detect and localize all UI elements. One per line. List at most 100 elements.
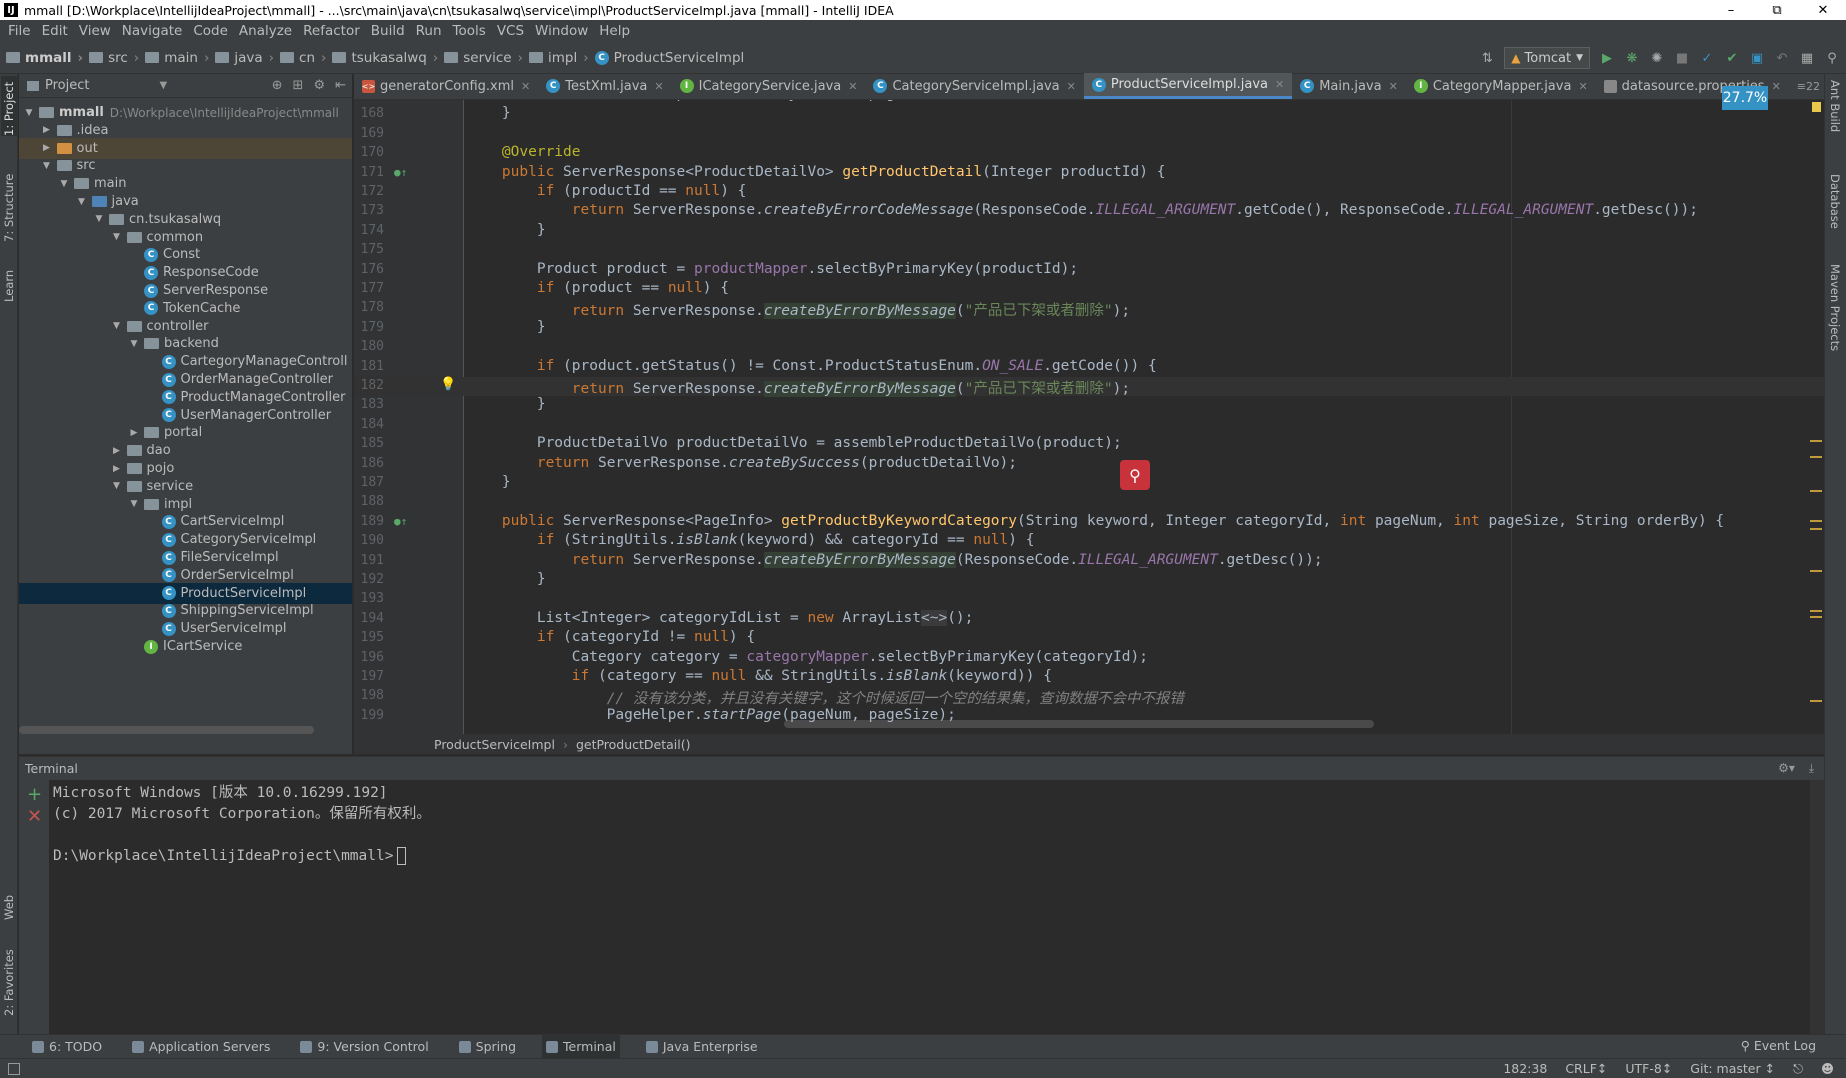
- restore-button[interactable]: ⧉: [1754, 0, 1800, 20]
- menu-run[interactable]: Run: [412, 23, 449, 39]
- expanded-arrow-icon[interactable]: ▼: [111, 232, 123, 242]
- nav-crumb-impl[interactable]: impl ›: [529, 50, 589, 66]
- warning-marker[interactable]: [1810, 520, 1822, 522]
- code-line[interactable]: 190 if (StringUtils.isBlank(keyword) && …: [354, 532, 1824, 551]
- terminal-scrollbar[interactable]: [1810, 780, 1824, 1034]
- nav-crumb-service[interactable]: service ›: [444, 50, 523, 66]
- code-line[interactable]: 183 }: [354, 396, 1824, 415]
- memory-indicator[interactable]: 27.7%: [1722, 86, 1768, 110]
- vcs-commit-icon[interactable]: ✔: [1724, 50, 1740, 66]
- code-line[interactable]: 175: [354, 241, 1824, 260]
- code-line[interactable]: 182 💡 return ServerResponse.createByError…: [354, 377, 1824, 397]
- close-tab-icon[interactable]: ✕: [1772, 80, 1781, 93]
- code-line[interactable]: 170 @Override: [354, 144, 1824, 163]
- bottom-tool-terminal[interactable]: Terminal: [542, 1034, 620, 1059]
- code-line[interactable]: 179 }: [354, 319, 1824, 338]
- code-line[interactable]: 196 Category category = categoryMapper.s…: [354, 649, 1824, 668]
- code-line[interactable]: 176 Product product = productMapper.sele…: [354, 261, 1824, 280]
- warning-marker[interactable]: [1810, 616, 1822, 618]
- menu-vcs[interactable]: VCS: [493, 23, 531, 39]
- tab-main-java[interactable]: C Main.java ✕: [1292, 73, 1406, 99]
- code-line[interactable]: 172 if (productId == null) {: [354, 183, 1824, 202]
- code-line[interactable]: 186 return ServerResponse.createBySucces…: [354, 455, 1824, 474]
- bottom-tool-6-todo[interactable]: 6: TODO: [28, 1035, 106, 1059]
- search-everywhere-icon[interactable]: ⚲: [1824, 50, 1840, 66]
- expanded-arrow-icon[interactable]: ▼: [41, 161, 53, 171]
- override-marker-icon[interactable]: ●↑: [394, 166, 407, 179]
- tab-categorymapper-java[interactable]: I CategoryMapper.java ✕: [1406, 73, 1596, 99]
- code-line[interactable]: 191 return ServerResponse.createByErrorB…: [354, 551, 1824, 571]
- collapsed-arrow-icon[interactable]: ▶: [41, 125, 53, 135]
- code-line[interactable]: 199 PageHelper.startPage(pageNum, pageSi…: [354, 707, 1824, 726]
- stop-icon[interactable]: ■: [1674, 50, 1690, 66]
- terminal-settings-gear-icon[interactable]: ⚙▾: [1778, 761, 1795, 775]
- code-line[interactable]: 168 }: [354, 105, 1824, 124]
- expanded-arrow-icon[interactable]: ▼: [93, 214, 105, 224]
- minimize-button[interactable]: –: [1708, 0, 1754, 20]
- bottom-tool-9-version-control[interactable]: 9: Version Control: [296, 1035, 432, 1059]
- tab-testxml-java[interactable]: C TestXml.java ✕: [538, 73, 671, 99]
- collapse-all-icon[interactable]: ⊞: [293, 78, 304, 93]
- warning-marker[interactable]: [1810, 456, 1822, 458]
- close-window-button[interactable]: ✕: [1800, 0, 1846, 20]
- nav-crumb-src[interactable]: src ›: [89, 50, 139, 66]
- tool-tab-project[interactable]: 1: Project: [1, 76, 17, 136]
- tabs-overflow-indicator[interactable]: ≡22: [1797, 80, 1820, 93]
- tool-tab-learn[interactable]: Learn: [1, 262, 17, 302]
- tool-windows-toggle-icon[interactable]: [8, 1063, 20, 1075]
- tab-categoryserviceimpl-java[interactable]: C CategoryServiceImpl.java ✕: [865, 73, 1083, 99]
- project-structure-icon[interactable]: ▦: [1799, 50, 1815, 66]
- expanded-arrow-icon[interactable]: ▼: [23, 108, 35, 118]
- intention-bulb-icon[interactable]: 💡: [440, 377, 456, 392]
- expanded-arrow-icon[interactable]: ▼: [128, 499, 140, 509]
- view-mode-dropdown[interactable]: ▼: [159, 80, 167, 91]
- close-tab-icon[interactable]: ✕: [1389, 80, 1398, 93]
- code-line[interactable]: 195 if (categoryId != null) {: [354, 629, 1824, 648]
- collapsed-arrow-icon[interactable]: ▶: [128, 428, 140, 438]
- collapsed-arrow-icon[interactable]: ▶: [111, 464, 123, 474]
- tab-icategoryservice-java[interactable]: I ICategoryService.java ✕: [672, 73, 866, 99]
- nav-crumb-main[interactable]: main ›: [145, 50, 209, 66]
- bottom-tool-application-servers[interactable]: Application Servers: [128, 1035, 274, 1059]
- expanded-arrow-icon[interactable]: ▼: [111, 481, 123, 491]
- warning-marker[interactable]: [1810, 490, 1822, 492]
- revert-icon[interactable]: ↶: [1774, 50, 1790, 66]
- code-line[interactable]: 193: [354, 590, 1824, 609]
- code-editor[interactable]: ⚲ 167 return ServerResponse.createBySucc…: [354, 100, 1824, 734]
- horizontal-scrollbar[interactable]: [19, 726, 314, 734]
- sync-icon[interactable]: ⊕: [272, 78, 283, 93]
- debug-icon[interactable]: ❋: [1624, 50, 1640, 66]
- code-line[interactable]: 181 if (product.getStatus() != Const.Pro…: [354, 358, 1824, 377]
- override-marker-icon[interactable]: ●↑: [394, 515, 407, 528]
- close-tab-icon[interactable]: ✕: [1578, 80, 1587, 93]
- warning-marker[interactable]: [1810, 570, 1822, 572]
- nav-crumb-cn[interactable]: cn ›: [280, 50, 326, 66]
- code-line[interactable]: 189 ●↑ public ServerResponse<PageInfo> ge…: [354, 513, 1824, 532]
- terminal-output[interactable]: Microsoft Windows [版本 10.0.16299.192] (c)…: [49, 780, 1809, 1034]
- warning-marker[interactable]: [1810, 700, 1822, 702]
- nav-crumb-productserviceimpl[interactable]: C ProductServiceImpl: [594, 50, 744, 66]
- warning-marker[interactable]: [1810, 528, 1822, 530]
- expanded-arrow-icon[interactable]: ▼: [76, 197, 88, 207]
- code-line[interactable]: 184: [354, 416, 1824, 435]
- code-line[interactable]: 169: [354, 125, 1824, 144]
- nav-crumb-tsukasalwq[interactable]: tsukasalwq ›: [332, 50, 438, 66]
- close-tab-icon[interactable]: ✕: [654, 80, 663, 93]
- new-session-plus-icon[interactable]: +: [27, 784, 42, 805]
- code-line[interactable]: 198 // 没有该分类，并且没有关键字，这个时候返回一个空的结果集，查询数据不…: [354, 687, 1824, 707]
- warning-marker[interactable]: [1810, 440, 1822, 442]
- code-line[interactable]: 187 }: [354, 474, 1824, 493]
- caret-position[interactable]: 182:38: [1503, 1061, 1547, 1077]
- tool-tab-maven[interactable]: Maven Projects: [1828, 264, 1842, 351]
- bottom-tool-spring[interactable]: Spring: [455, 1035, 520, 1059]
- bottom-tool-java-enterprise[interactable]: Java Enterprise: [642, 1035, 762, 1059]
- code-line[interactable]: 192 }: [354, 571, 1824, 590]
- menu-edit[interactable]: Edit: [38, 23, 75, 39]
- close-tab-icon[interactable]: ✕: [848, 80, 857, 93]
- code-line[interactable]: 197 if (category == null && StringUtils.…: [354, 668, 1824, 687]
- tool-tab-database[interactable]: Database: [1828, 174, 1842, 229]
- code-line[interactable]: 180: [354, 338, 1824, 357]
- settings-gear-icon[interactable]: ⚙: [313, 78, 325, 93]
- nav-crumb-java[interactable]: java ›: [215, 50, 274, 66]
- code-line[interactable]: 188: [354, 493, 1824, 512]
